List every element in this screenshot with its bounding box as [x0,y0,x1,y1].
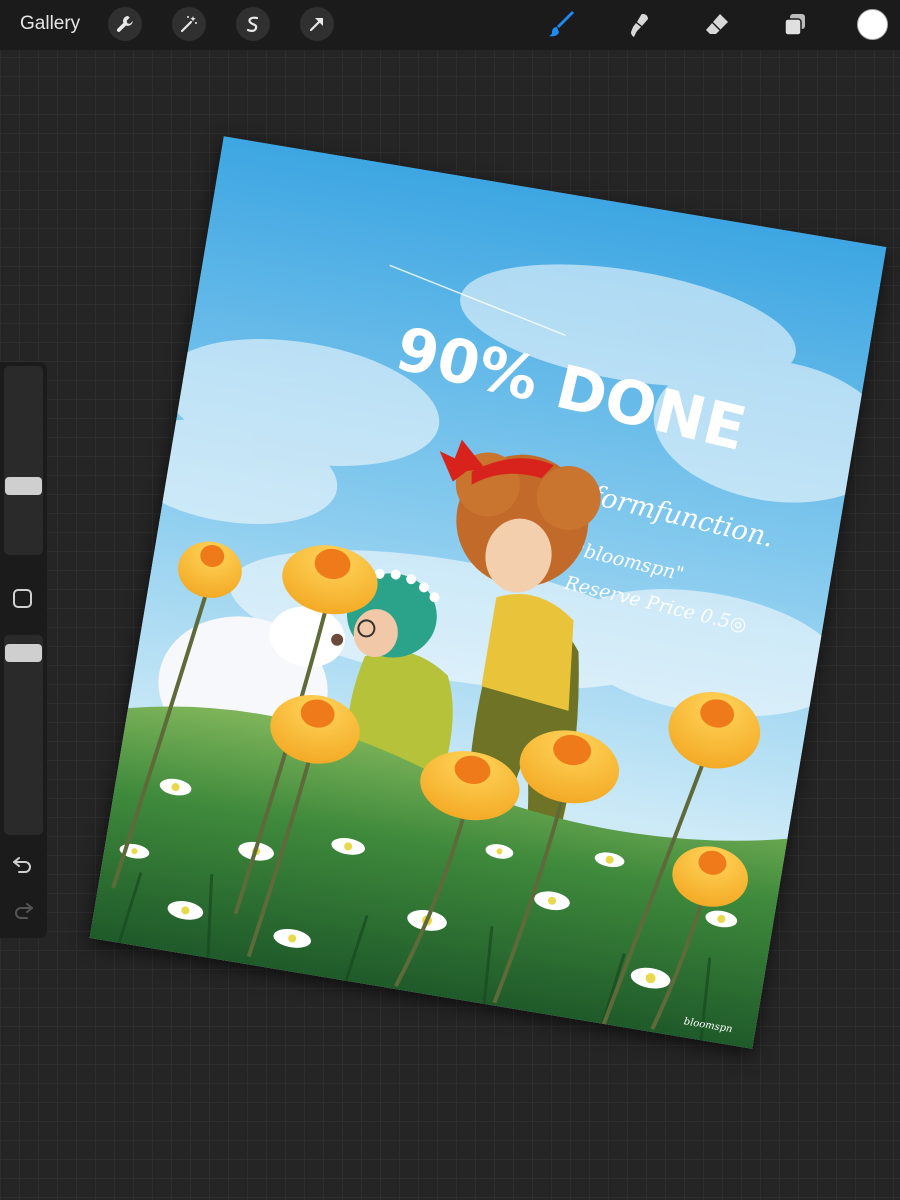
layers-icon [784,14,805,36]
brush-size-slider[interactable] [4,366,43,555]
modify-button[interactable] [13,589,32,608]
left-sidebar [0,362,47,938]
opacity-slider[interactable] [4,635,43,835]
transform-button[interactable] [300,7,334,41]
transform-arrow-icon [309,17,324,32]
brush-tool-button[interactable] [545,8,579,42]
adjustments-button[interactable] [172,7,206,41]
top-toolbar: Gallery [0,0,900,50]
gallery-button[interactable]: Gallery [20,13,80,35]
color-picker-button[interactable] [857,9,888,40]
selection-icon [246,16,259,32]
layers-button[interactable] [778,8,812,42]
wrench-icon [116,16,133,32]
smudge-icon [631,14,648,37]
undo-icon[interactable] [11,852,35,876]
selection-button[interactable] [236,7,270,41]
smudge-tool-button[interactable] [622,8,656,42]
opacity-thumb[interactable] [5,644,42,662]
brush-icon [549,11,574,37]
brush-size-thumb[interactable] [5,477,42,495]
artwork-canvas[interactable]: 90% DONE @formfunction. "bloomspn" Reser… [89,136,887,1049]
redo-icon[interactable] [11,898,35,922]
actions-button[interactable] [108,7,142,41]
magic-wand-icon [180,16,197,33]
eraser-icon [706,14,728,34]
artwork-image: 90% DONE @formfunction. "bloomspn" Reser… [89,136,887,1049]
eraser-tool-button[interactable] [700,8,734,42]
